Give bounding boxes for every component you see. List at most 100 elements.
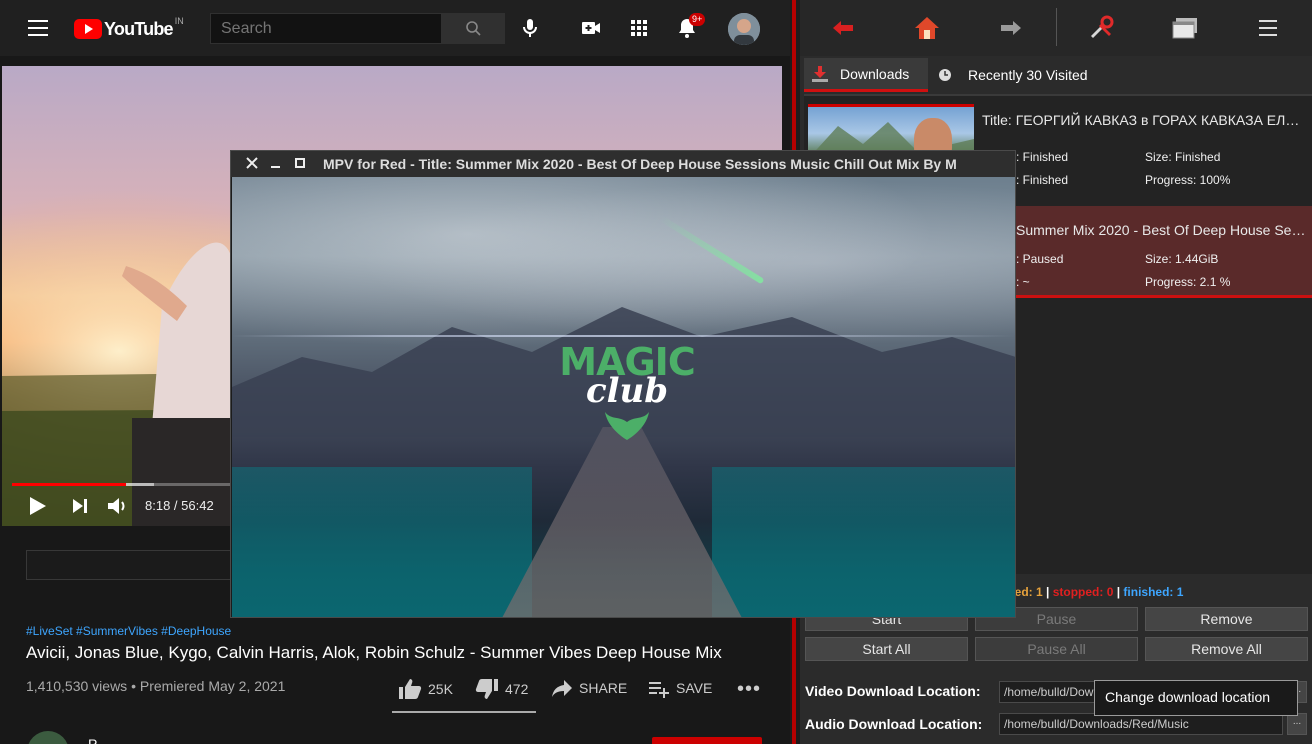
download-progress: Progress: 2.1 % xyxy=(1145,275,1231,289)
mpv-close-button[interactable] xyxy=(244,155,260,171)
menu-icon[interactable] xyxy=(28,20,48,36)
mpv-window-title: MPV for Red - Title: Summer Mix 2020 - B… xyxy=(323,156,957,172)
share-button[interactable]: SHARE xyxy=(551,678,627,698)
download-title: Title: ГЕОРГИЙ КАВКАЗ в ГОРАХ КАВКАЗА ЕЛ… xyxy=(982,112,1302,128)
mpv-minimize-button[interactable] xyxy=(268,155,284,171)
share-icon xyxy=(552,680,572,697)
video-buffer-fill xyxy=(126,483,154,486)
tools-icon xyxy=(1091,15,1114,38)
youtube-header: YouTube IN 9+ xyxy=(0,0,790,56)
video-views: 1,410,530 views • Premiered May 2, 2021 xyxy=(26,678,286,694)
youtube-logo-text: YouTube xyxy=(104,18,174,39)
start-all-button[interactable]: Start All xyxy=(805,637,968,661)
back-button[interactable] xyxy=(828,12,860,44)
download-icon xyxy=(812,65,828,82)
volume-icon xyxy=(108,498,125,514)
video-time: 8:18 / 56:42 xyxy=(145,498,214,513)
arrow-right-icon xyxy=(1001,21,1021,35)
status-separator: | xyxy=(1113,585,1124,599)
tab-recently-visited-label: Recently 30 Visited xyxy=(968,67,1088,83)
clock-icon xyxy=(939,69,951,81)
like-ratio-bar xyxy=(392,711,536,713)
minimize-icon xyxy=(271,166,280,168)
download-status: : Finished xyxy=(1016,150,1069,164)
stopped-count: stopped: 0 xyxy=(1052,585,1114,599)
more-actions-button[interactable]: ••• xyxy=(737,678,761,701)
status-separator: | xyxy=(1042,585,1053,599)
play-icon xyxy=(30,497,46,515)
heart-icon xyxy=(605,412,649,440)
mpv-maximize-button[interactable] xyxy=(292,155,308,171)
close-icon xyxy=(246,157,258,169)
maximize-icon xyxy=(295,158,305,168)
windows-button[interactable] xyxy=(1169,12,1201,44)
tab-recently-visited[interactable]: Recently 30 Visited xyxy=(934,58,1114,92)
toolbar-separator xyxy=(1056,8,1057,46)
user-avatar[interactable] xyxy=(728,13,760,45)
notification-badge: 9+ xyxy=(689,13,706,26)
skip-next-icon xyxy=(73,499,87,513)
download-progress: Progress: 100% xyxy=(1145,173,1231,187)
mpv-titlebar[interactable]: MPV for Red - Title: Summer Mix 2020 - B… xyxy=(231,151,1015,177)
apps-grid-icon[interactable] xyxy=(627,16,651,40)
dislike-count: 472 xyxy=(505,681,529,697)
subscribe-button[interactable] xyxy=(652,737,762,744)
home-button[interactable] xyxy=(911,12,943,44)
home-icon xyxy=(915,17,939,39)
country-code: IN xyxy=(174,16,184,26)
video-title: Avicii, Jonas Blue, Kygo, Calvin Harris,… xyxy=(26,643,722,662)
youtube-logo[interactable]: YouTube IN xyxy=(74,16,184,40)
like-button[interactable]: 25K xyxy=(398,678,453,700)
playlist-add-icon xyxy=(649,682,669,698)
download-size: Size: 1.44GiB xyxy=(1145,252,1219,266)
download-status: : Paused xyxy=(1016,252,1064,266)
mute-button[interactable] xyxy=(106,494,128,523)
windows-icon xyxy=(1172,18,1197,39)
audio-location-label: Audio Download Location: xyxy=(805,716,983,732)
audio-location-input[interactable] xyxy=(999,713,1283,735)
next-button[interactable] xyxy=(70,494,90,523)
search-button[interactable] xyxy=(441,13,505,44)
video-progress-fill xyxy=(12,483,126,486)
mpv-video-surface[interactable]: MAGIC club xyxy=(232,177,1015,617)
video-location-label: Video Download Location: xyxy=(805,683,981,699)
video-progress-bar[interactable] xyxy=(12,483,230,486)
magic-club-logo: MAGIC club xyxy=(552,342,702,447)
desktop-screen: YouTube IN 9+ xyxy=(0,0,1312,744)
download-title: Summer Mix 2020 - Best Of Deep House Ses… xyxy=(1016,222,1306,238)
finished-count: finished: 1 xyxy=(1123,585,1184,599)
forward-button[interactable] xyxy=(994,12,1026,44)
search-icon xyxy=(466,21,481,36)
download-status-summary: sed: 1 | stopped: 0 | finished: 1 xyxy=(1008,585,1183,599)
remove-button[interactable]: Remove xyxy=(1145,607,1308,631)
settings-button[interactable] xyxy=(1085,12,1117,44)
hamburger-icon xyxy=(1259,20,1277,36)
change-location-tooltip: Change download location xyxy=(1094,680,1298,716)
main-menu-button[interactable] xyxy=(1253,12,1285,44)
like-count: 25K xyxy=(428,681,453,697)
tab-downloads[interactable]: Downloads xyxy=(804,58,928,92)
download-size: Size: Finished xyxy=(1145,150,1221,164)
create-video-icon[interactable] xyxy=(579,16,603,40)
share-label: SHARE xyxy=(579,680,628,696)
video-hashtags[interactable]: #LiveSet #SummerVibes #DeepHouse xyxy=(26,624,231,638)
channel-avatar[interactable] xyxy=(27,731,69,744)
pause-all-button[interactable]: Pause All xyxy=(975,637,1138,661)
play-button[interactable] xyxy=(28,494,48,523)
microphone-icon[interactable] xyxy=(518,16,542,40)
save-label: SAVE xyxy=(676,680,713,696)
dislike-button[interactable]: 472 xyxy=(475,678,528,700)
download-speed: : ~ xyxy=(1016,275,1030,289)
downloader-toolbar xyxy=(800,0,1312,56)
audio-location-browse-button[interactable]: ... xyxy=(1287,713,1307,735)
youtube-play-icon xyxy=(74,19,102,39)
thumbs-down-icon xyxy=(475,679,498,699)
comment-input[interactable] xyxy=(26,550,236,580)
thumbs-up-icon xyxy=(399,679,422,699)
save-button[interactable]: SAVE xyxy=(648,678,712,698)
channel-name[interactable]: P xyxy=(88,736,97,744)
mpv-window: MPV for Red - Title: Summer Mix 2020 - B… xyxy=(230,150,1016,618)
download-speed: : Finished xyxy=(1016,173,1069,187)
remove-all-button[interactable]: Remove All xyxy=(1145,637,1308,661)
search-input[interactable] xyxy=(210,13,442,44)
